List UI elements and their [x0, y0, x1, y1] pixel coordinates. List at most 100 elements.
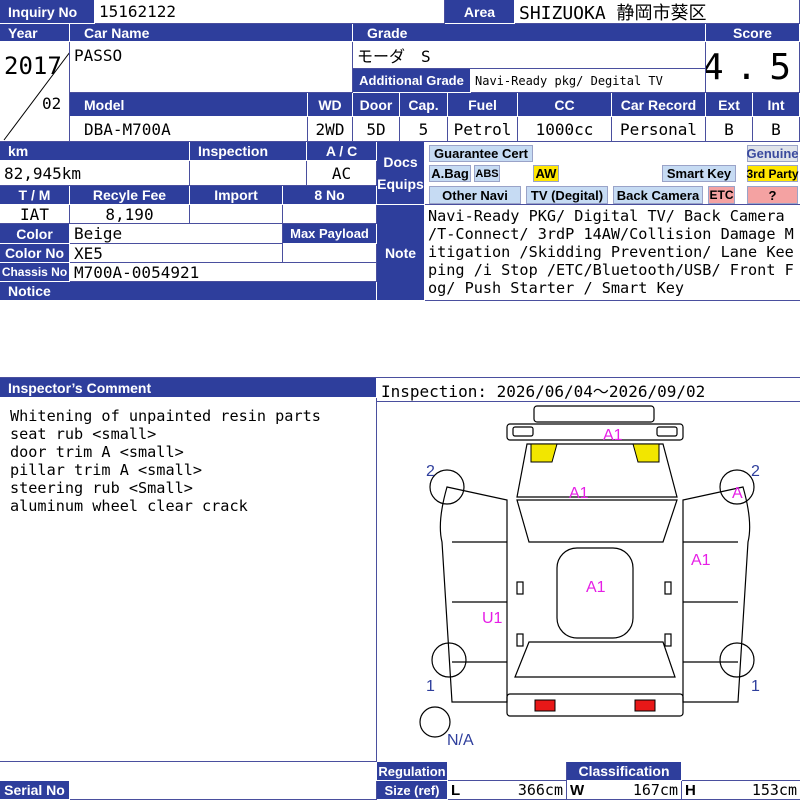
- back-camera-tag: Back Camera: [613, 186, 703, 204]
- km-value: 82,945km: [0, 161, 190, 186]
- right-body-shape: [682, 486, 751, 703]
- recycle-fee-label: Recyle Fee: [70, 186, 190, 205]
- color-value: Beige: [70, 224, 283, 244]
- import-label: Import: [190, 186, 283, 205]
- right-taillight-shape: [634, 699, 656, 712]
- score-label: Score: [706, 24, 800, 42]
- cc-value: 1000cc: [518, 117, 612, 142]
- car-name-cell: PASSO: [70, 42, 353, 93]
- ac-label: A / C: [307, 142, 377, 161]
- mark-front-hood: A1: [603, 427, 623, 444]
- mark-roof: A1: [586, 579, 606, 596]
- regulation-value: [448, 762, 567, 781]
- color-label: Color: [0, 224, 70, 244]
- area-value: SHIZUOKA 静岡市葵区: [515, 0, 800, 24]
- year-cell: 2017 02: [0, 42, 70, 142]
- front-bumper-shape: [533, 405, 655, 423]
- fuel-label: Fuel: [448, 93, 518, 117]
- max-payload-label: Max Payload: [283, 224, 377, 244]
- aw-tag: AW: [533, 165, 559, 182]
- eight-no-value: [283, 205, 377, 224]
- int-value: B: [753, 117, 800, 142]
- car-name-label: Car Name: [70, 24, 353, 42]
- size-l: L 366cm: [448, 781, 567, 800]
- left-headlight-shape: [530, 443, 558, 463]
- import-value: [190, 205, 283, 224]
- num-front-left: 2: [426, 463, 435, 480]
- ac-value: AC: [307, 161, 377, 186]
- ext-value: B: [706, 117, 753, 142]
- note-text: Navi-Ready PKG/ Digital TV/ Back Camera …: [425, 205, 800, 301]
- abs-tag: ABS: [474, 165, 500, 182]
- eight-no-label: 8 No: [283, 186, 377, 205]
- serial-no-value: [70, 781, 377, 800]
- left-body-shape: [439, 486, 508, 703]
- mark-right-front-wheel: A: [732, 485, 743, 502]
- rear-bumper-shape: [506, 693, 684, 717]
- tm-value: IAT: [0, 205, 70, 224]
- chassis-no-value: M700A-0054921: [70, 263, 377, 282]
- inspection-value: [190, 161, 307, 186]
- rear-window-shape: [514, 641, 676, 678]
- month-value: 02: [42, 94, 62, 113]
- inquiry-label: Inquiry No: [0, 0, 95, 24]
- classification-label: Classification: [567, 762, 682, 781]
- mark-right-side: A1: [691, 552, 711, 569]
- color-no-value: XE5: [70, 244, 283, 263]
- inspection-period: Inspection: 2026/06/04～2026/09/02: [377, 378, 800, 402]
- size-w-value: 167cm: [632, 781, 678, 799]
- size-l-value: 366cm: [517, 781, 563, 799]
- year-label: Year: [0, 24, 70, 42]
- num-rear-left: 1: [426, 678, 435, 695]
- inquiry-number: 15162122: [95, 0, 445, 24]
- cap-label: Cap.: [400, 93, 448, 117]
- int-label: Int: [753, 93, 800, 117]
- smart-key-tag: Smart Key: [662, 165, 736, 182]
- fuel-value: Petrol: [448, 117, 518, 142]
- right-headlight-shape: [632, 443, 660, 463]
- serial-no-label: Serial No: [0, 781, 70, 800]
- km-label: km: [0, 142, 190, 161]
- size-h-label: H: [685, 781, 696, 799]
- door-value: 5D: [353, 117, 400, 142]
- door-label: Door: [353, 93, 400, 117]
- size-l-label: L: [451, 781, 461, 799]
- docs-label: Docs: [383, 154, 418, 170]
- grade-label: Grade: [353, 24, 706, 42]
- inspection-label: Inspection: [190, 142, 307, 161]
- year-value: 2017: [4, 52, 62, 80]
- model-label: Model: [70, 93, 308, 117]
- regulation-label: Regulation: [377, 762, 448, 781]
- mark-spare: N/A: [447, 732, 474, 749]
- other-navi-tag: Other Navi: [429, 186, 521, 204]
- car-record-value: Personal: [612, 117, 706, 142]
- cap-value: 5: [400, 117, 448, 142]
- tm-label: T / M: [0, 186, 70, 205]
- num-front-right: 2: [751, 463, 760, 480]
- docs-equips-label: Docs Equips: [377, 142, 425, 205]
- guarantee-cert-tag: Guarantee Cert: [429, 145, 533, 162]
- inspector-comment-text: Whitening of unpainted resin parts seat …: [0, 398, 377, 762]
- etc-tag: ETC: [708, 186, 735, 204]
- model-value: DBA-M700A: [70, 117, 308, 142]
- third-party-tag: 3rd Party: [746, 165, 799, 182]
- mark-hood: A1: [569, 485, 589, 502]
- right-rear-wheel-shape: [719, 642, 755, 678]
- inspector-comment-label: Inspector’s Comment: [0, 378, 377, 398]
- notice-area: [0, 301, 800, 378]
- notice-label: Notice: [0, 282, 377, 301]
- max-payload-value: [283, 244, 377, 263]
- size-h: H 153cm: [682, 781, 800, 800]
- note-label: Note: [377, 205, 425, 301]
- chassis-no-label: Chassis No: [0, 263, 70, 282]
- abag-tag: A.Bag: [429, 165, 471, 182]
- car-record-label: Car Record: [612, 93, 706, 117]
- area-label: Area: [445, 0, 515, 24]
- left-taillight-shape: [534, 699, 556, 712]
- size-ref-label: Size (ref): [377, 781, 448, 800]
- mark-left-side: U1: [482, 610, 503, 627]
- windshield-shape: [516, 499, 678, 543]
- additional-grade-label: Additional Grade: [353, 69, 471, 93]
- size-h-value: 153cm: [751, 781, 797, 799]
- size-w-label: W: [570, 781, 585, 799]
